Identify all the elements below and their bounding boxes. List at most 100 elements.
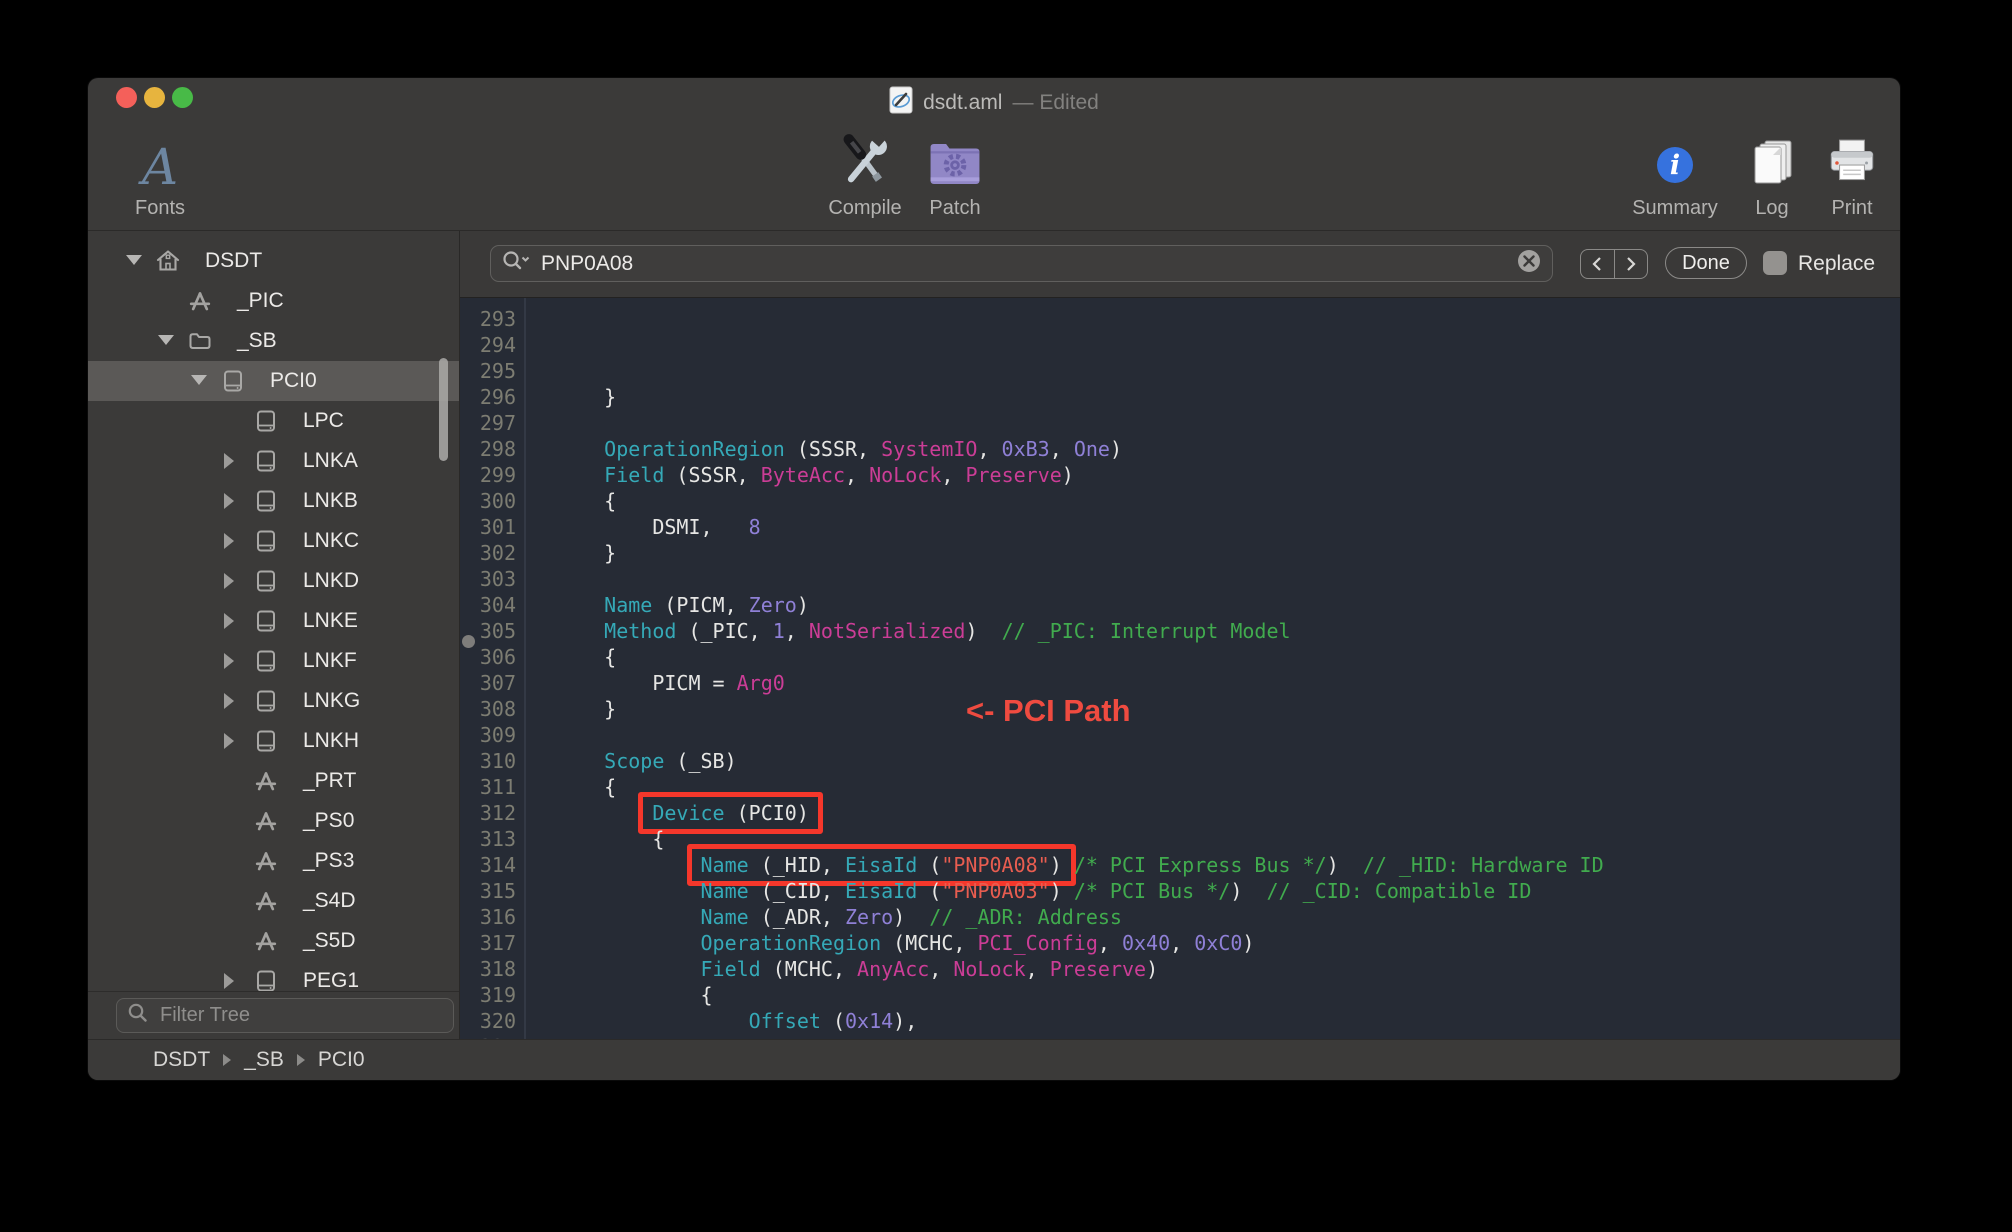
disclosure-right-icon[interactable] (224, 693, 234, 709)
done-button[interactable]: Done (1665, 247, 1747, 279)
method-icon (253, 808, 279, 834)
summary-button[interactable]: i Summary (1620, 122, 1730, 220)
find-prev-next-control (1580, 249, 1648, 279)
disclosure-down-icon[interactable] (126, 255, 142, 265)
sidebar-item-LNKC[interactable]: LNKC (88, 521, 459, 561)
line-number: 312 (460, 800, 516, 826)
device-icon (253, 488, 279, 514)
code-text[interactable]: <- PCI Path } OperationRegion (SSSR, Sys… (526, 298, 1900, 1040)
line-number: 301 (460, 514, 516, 540)
code-line: } (556, 384, 1900, 410)
main-split-view: DSDT_PIC_SB PCI0 LPCLNKALNKBLNKC LNKD LNKE LN… (88, 230, 1900, 1040)
svg-text:i: i (1670, 150, 1680, 181)
sidebar-item-PEG1[interactable]: PEG1 (88, 961, 459, 992)
code-line: { (556, 644, 1900, 670)
sidebar-scrollbar[interactable] (439, 358, 448, 461)
disclosure-right-icon[interactable] (224, 453, 234, 469)
find-field[interactable] (490, 245, 1553, 282)
line-number: 308 (460, 696, 516, 722)
line-number: 314 (460, 852, 516, 878)
sidebar-item-_PS3[interactable]: _PS3 (88, 841, 459, 881)
find-previous-button[interactable] (1581, 250, 1615, 278)
sidebar-item-LNKH[interactable]: LNKH (88, 721, 459, 761)
line-number: 311 (460, 774, 516, 800)
code-line: { (556, 982, 1900, 1008)
filter-field[interactable] (116, 998, 454, 1033)
find-bar: Done Replace (460, 231, 1900, 298)
disclosure-right-icon[interactable] (224, 653, 234, 669)
title-bar: dsdt.aml — Edited (88, 78, 1900, 120)
line-number: 294 (460, 332, 516, 358)
disclosure-down-icon[interactable] (158, 335, 174, 345)
sidebar-item-LNKB[interactable]: LNKB (88, 481, 459, 521)
sidebar-item-PCI0[interactable]: PCI0 (88, 361, 459, 401)
sidebar-item-label: LNKE (303, 609, 358, 633)
sidebar-item-LNKE[interactable]: LNKE (88, 601, 459, 641)
disclosure-right-icon[interactable] (224, 573, 234, 589)
sidebar-item-_SB[interactable]: _SB (88, 321, 459, 361)
sidebar-item-_PRT[interactable]: _PRT (88, 761, 459, 801)
code-line: Name (PICM, Zero) (556, 592, 1900, 618)
sidebar-item-label: PEG1 (303, 969, 359, 992)
sidebar-item-LNKA[interactable]: LNKA (88, 441, 459, 481)
breadcrumb-item-DSDT[interactable]: DSDT (153, 1048, 210, 1072)
method-icon (253, 928, 279, 954)
disclosure-right-icon[interactable] (224, 533, 234, 549)
document-edited-status: — Edited (1012, 91, 1098, 115)
disclosure-right-icon[interactable] (224, 493, 234, 509)
find-next-button[interactable] (1615, 250, 1648, 278)
line-number: 316 (460, 904, 516, 930)
find-input[interactable] (539, 251, 1508, 277)
sidebar-item-label: _PS3 (303, 849, 354, 873)
document-name: dsdt.aml (923, 91, 1002, 115)
fonts-icon: A (142, 142, 178, 192)
sidebar-item-LNKF[interactable]: LNKF (88, 641, 459, 681)
device-icon (253, 608, 279, 634)
breadcrumb-item-_SB[interactable]: _SB (244, 1048, 284, 1072)
code-line: Scope (_SB) (556, 748, 1900, 774)
line-number: 313 (460, 826, 516, 852)
replace-checkbox[interactable] (1763, 251, 1787, 275)
sidebar-item-_PIC[interactable]: _PIC (88, 281, 459, 321)
patch-button[interactable]: Patch (910, 122, 1000, 220)
line-number: 317 (460, 930, 516, 956)
editor-pane: Done Replace 293294295296297298299300301… (460, 231, 1900, 1040)
line-number: 295 (460, 358, 516, 384)
clear-search-icon[interactable] (1516, 248, 1542, 279)
print-button[interactable]: Print (1807, 122, 1897, 220)
device-icon (253, 528, 279, 554)
code-line: Name (_CID, EisaId ("PNP0A03") /* PCI Bu… (556, 878, 1900, 904)
log-button[interactable]: Log (1732, 122, 1812, 220)
compile-button[interactable]: Compile (815, 122, 915, 220)
sidebar-item-LPC[interactable]: LPC (88, 401, 459, 441)
code-editor[interactable]: 2932942952962972982993003013023033043053… (460, 298, 1900, 1040)
sidebar-item-LNKD[interactable]: LNKD (88, 561, 459, 601)
disclosure-right-icon[interactable] (224, 973, 234, 989)
sidebar-item-_PS0[interactable]: _PS0 (88, 801, 459, 841)
house-icon (155, 248, 181, 274)
breadcrumb-item-PCI0[interactable]: PCI0 (318, 1048, 365, 1072)
device-icon (253, 688, 279, 714)
code-line: Field (MCHC, AnyAcc, NoLock, Preserve) (556, 956, 1900, 982)
filter-tree-input[interactable] (158, 1003, 443, 1028)
sidebar-item-label: PCI0 (270, 369, 317, 393)
sidebar-item-_S4D[interactable]: _S4D (88, 881, 459, 921)
search-options-icon[interactable] (501, 249, 531, 278)
info-icon: i (1620, 122, 1730, 192)
disclosure-right-icon[interactable] (224, 733, 234, 749)
sidebar-item-_S5D[interactable]: _S5D (88, 921, 459, 961)
disclosure-down-icon[interactable] (191, 375, 207, 385)
breadcrumb: DSDT _SB PCI0 (88, 1039, 1900, 1080)
patch-folder-icon (910, 122, 1000, 192)
fonts-button[interactable]: A Fonts (110, 122, 210, 220)
disclosure-right-icon[interactable] (224, 613, 234, 629)
breadcrumb-separator-icon (297, 1054, 305, 1066)
sidebar-item-DSDT[interactable]: DSDT (88, 241, 459, 281)
code-line (556, 410, 1900, 436)
split-handle[interactable] (462, 635, 475, 648)
sidebar-item-label: LNKH (303, 729, 359, 753)
device-icon (253, 968, 279, 992)
code-line: Method (_PIC, 1, NotSerialized) // _PIC:… (556, 618, 1900, 644)
sidebar-item-LNKG[interactable]: LNKG (88, 681, 459, 721)
sidebar-item-label: LNKD (303, 569, 359, 593)
